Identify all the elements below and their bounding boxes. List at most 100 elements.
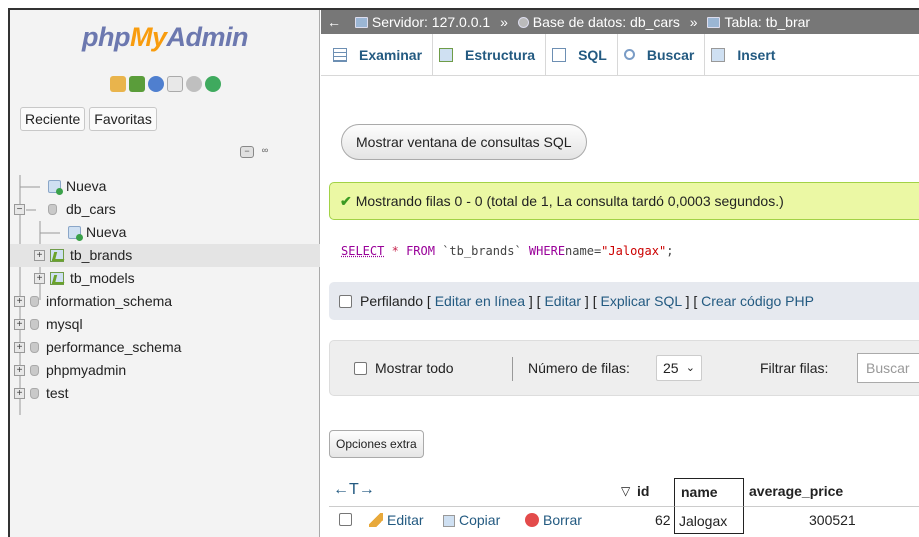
quick-icons <box>110 76 221 92</box>
tab-structure[interactable]: Estructura <box>433 34 547 75</box>
pencil-icon <box>369 513 383 527</box>
content-panel: ← Servidor: 127.0.0.1 » Base de datos: d… <box>321 10 919 537</box>
breadcrumb-database[interactable]: Base de datos: db_cars <box>533 14 680 30</box>
edit-link[interactable]: Editar <box>544 293 581 309</box>
show-all-checkbox[interactable] <box>354 362 367 375</box>
explain-sql-link[interactable]: Explicar SQL <box>601 293 682 309</box>
success-message: ✔ Mostrando filas 0 - 0 (total de 1, La c… <box>329 182 919 220</box>
expand-icon[interactable]: + <box>14 388 25 399</box>
tree-item-tb-brands[interactable]: + tb_brands <box>10 244 320 267</box>
expand-icon[interactable]: + <box>14 319 25 330</box>
tree-controls: − ∞ <box>240 146 272 158</box>
tree-item-information-schema[interactable]: + information_schema <box>10 290 320 313</box>
tab-browse[interactable]: Examinar <box>327 34 434 75</box>
sql-query[interactable]: SELECT * FROM `tb_brands` WHEREname="Jal… <box>341 244 673 258</box>
logout-icon[interactable] <box>129 76 145 92</box>
reload-icon[interactable] <box>205 76 221 92</box>
row-checkbox[interactable] <box>339 513 352 526</box>
inline-edit-link[interactable]: Editar en línea <box>435 293 525 309</box>
database-icon <box>30 319 39 330</box>
recent-favorites-tabs: Reciente Favoritas <box>20 107 157 131</box>
cell-id[interactable]: 62 <box>655 512 671 528</box>
check-icon: ✔ <box>340 193 352 209</box>
database-icon <box>48 204 57 215</box>
column-header-average-price[interactable]: average_price <box>749 483 843 499</box>
tree-item-tb-models[interactable]: + tb_models <box>10 267 320 290</box>
column-arrows-icon[interactable]: ←T→ <box>333 481 375 499</box>
breadcrumb: ← Servidor: 127.0.0.1 » Base de datos: d… <box>321 10 919 34</box>
main-content: Mostrar ventana de consultas SQL ✔ Mostra… <box>321 76 919 537</box>
tab-sql[interactable]: SQL <box>546 34 618 75</box>
database-tree: Nueva − db_cars Nueva + tb_brands + tb_m… <box>10 175 320 415</box>
tree-item-new-table[interactable]: Nueva <box>10 221 320 244</box>
database-icon <box>30 342 39 353</box>
cell-name[interactable]: Jalogax <box>674 506 744 534</box>
settings-icon[interactable] <box>186 76 202 92</box>
server-icon <box>354 17 368 28</box>
collapse-icon[interactable]: − <box>14 204 25 215</box>
results-table: ←T→ ▽ id name average_price Editar Copia… <box>329 478 919 534</box>
tree-item-phpmyadmin[interactable]: + phpmyadmin <box>10 359 320 382</box>
app-frame: phpMyAdmin Reciente Favoritas − ∞ Nueva … <box>8 8 919 537</box>
expand-icon[interactable]: + <box>14 365 25 376</box>
show-sql-window-button[interactable]: Mostrar ventana de consultas SQL <box>341 124 587 160</box>
phpmyadmin-logo[interactable]: phpMyAdmin <box>10 22 320 53</box>
navigation-panel: phpMyAdmin Reciente Favoritas − ∞ Nueva … <box>10 10 320 537</box>
expand-icon[interactable]: + <box>14 296 25 307</box>
home-icon[interactable] <box>110 76 126 92</box>
table-icon <box>707 17 721 28</box>
breadcrumb-server[interactable]: Servidor: 127.0.0.1 <box>372 14 490 30</box>
divider <box>512 357 513 381</box>
tree-item-performance-schema[interactable]: + performance_schema <box>10 336 320 359</box>
table-row: Editar Copiar Borrar 62 Jalogax 300521 <box>329 506 919 534</box>
database-icon <box>30 388 39 399</box>
search-icon <box>623 49 635 60</box>
tab-search[interactable]: Buscar <box>618 34 706 75</box>
sort-icon[interactable]: ▽ <box>621 484 630 498</box>
tree-item-new[interactable]: Nueva <box>10 175 320 198</box>
rows-label: Número de filas: <box>528 360 630 376</box>
tab-favorites[interactable]: Favoritas <box>89 107 157 131</box>
profiling-bar: Perfilando [ Editar en línea ] [ Editar … <box>329 282 919 320</box>
back-arrow-icon[interactable]: ← <box>327 14 341 30</box>
delete-icon <box>525 513 539 527</box>
tree-item-db-cars[interactable]: − db_cars <box>10 198 320 221</box>
filter-rows-input[interactable]: Buscar <box>857 353 919 383</box>
database-icon <box>517 17 529 28</box>
database-icon <box>30 296 39 307</box>
copy-icon <box>443 515 455 527</box>
tree-item-test[interactable]: + test <box>10 382 320 405</box>
column-header-id[interactable]: id <box>637 483 649 499</box>
link-icon[interactable]: ∞ <box>258 146 272 158</box>
show-all-control[interactable]: Mostrar todo <box>354 360 454 376</box>
filter-label: Filtrar filas: <box>760 360 829 376</box>
tab-insert[interactable]: Insert <box>705 34 785 75</box>
column-header-name[interactable]: name <box>674 478 744 506</box>
expand-icon[interactable]: + <box>34 250 45 261</box>
sql-icon <box>552 47 567 62</box>
database-icon <box>30 365 39 376</box>
help-icon[interactable] <box>148 76 164 92</box>
profiling-checkbox[interactable] <box>339 295 352 308</box>
navigation-bar: Mostrar todo Número de filas: 25 ⌄ Filtra… <box>329 340 919 396</box>
copy-row-button[interactable]: Copiar <box>443 512 500 528</box>
extra-options-button[interactable]: Opciones extra <box>329 430 424 458</box>
expand-icon[interactable]: + <box>14 342 25 353</box>
expand-icon[interactable]: + <box>34 273 45 284</box>
new-icon <box>48 180 63 195</box>
collapse-all-icon[interactable]: − <box>240 146 254 158</box>
top-menu: Examinar Estructura SQL Buscar Insert <box>321 34 919 76</box>
cell-average-price[interactable]: 300521 <box>809 512 856 528</box>
delete-row-button[interactable]: Borrar <box>525 512 582 528</box>
create-php-link[interactable]: Crear código PHP <box>701 293 814 309</box>
table-icon <box>50 249 64 262</box>
docs-icon[interactable] <box>167 76 183 92</box>
insert-icon <box>711 47 726 62</box>
edit-row-button[interactable]: Editar <box>369 512 424 528</box>
tree-item-mysql[interactable]: + mysql <box>10 313 320 336</box>
tab-recent[interactable]: Reciente <box>20 107 86 131</box>
structure-icon <box>439 47 454 62</box>
chevron-down-icon: ⌄ <box>685 362 695 374</box>
breadcrumb-table[interactable]: Tabla: tb_brar <box>724 14 810 30</box>
rows-select[interactable]: 25 ⌄ <box>656 355 702 381</box>
